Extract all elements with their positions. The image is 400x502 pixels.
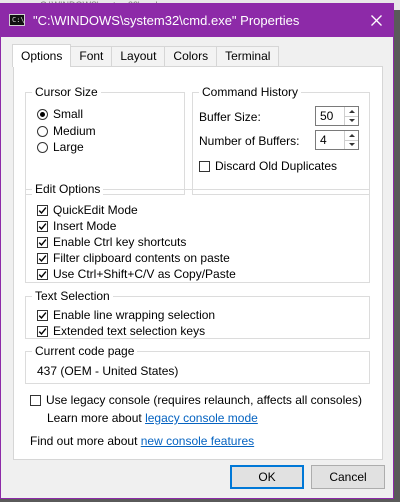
extended-selection-keys-checkbox[interactable]: Extended text selection keys [37,324,205,338]
spin-down-button[interactable] [345,140,358,149]
checkbox-box [37,220,48,232]
arrow-up-icon [348,134,355,137]
options-panel: Cursor Size Small Medium Large Command H… [13,66,383,460]
radio-indicator [37,141,48,153]
insert-mode-label: Insert Mode [53,219,117,233]
cursor-large-label: Large [53,140,84,154]
buffer-size-value[interactable]: 50 [320,109,333,123]
arrow-down-icon [348,119,355,122]
cursor-medium-label: Medium [53,124,96,138]
radio-indicator [37,125,48,137]
checkbox-box [37,236,48,248]
window-title: "C:\WINDOWS\system32\cmd.exe" Properties [33,13,300,28]
cursor-small-radio[interactable]: Small [37,107,83,121]
legacy-learn-more: Learn more about legacy console mode [47,411,258,425]
tab-options[interactable]: Options [12,44,72,67]
edit-options-legend: Edit Options [32,182,104,196]
console-features-text: Find out more about new console features [30,434,254,448]
legacy-console-mode-link[interactable]: legacy console mode [145,411,258,425]
checkbox-box [37,252,48,264]
spin-down-button[interactable] [345,116,358,125]
arrow-up-icon [348,110,355,113]
spinner-buttons [344,131,358,149]
legacy-console-checkbox[interactable]: Use legacy console (requires relaunch, a… [30,393,362,407]
checkmark-icon [38,238,47,246]
insert-mode-checkbox[interactable]: Insert Mode [37,219,116,233]
cancel-button[interactable]: Cancel [311,465,385,489]
filter-clipboard-label: Filter clipboard contents on paste [53,251,230,265]
cmd-app-icon: C:\ [9,14,25,26]
discard-old-duplicates-checkbox[interactable]: Discard Old Duplicates [199,159,337,173]
buffer-size-label: Buffer Size: [199,110,261,124]
command-history-group: Command History Buffer Size: 50 Number o… [192,85,370,195]
cursor-medium-radio[interactable]: Medium [37,124,96,138]
close-icon [370,15,382,26]
tab-layout[interactable]: Layout [111,46,166,66]
text-selection-legend: Text Selection [32,289,113,303]
checkmark-icon [38,254,47,262]
buffer-size-spinner[interactable]: 50 [315,106,359,126]
new-console-features-link[interactable]: new console features [141,434,254,448]
number-of-buffers-spinner[interactable]: 4 [315,130,359,150]
ctrl-shift-copy-paste-label: Use Ctrl+Shift+C/V as Copy/Paste [53,267,236,281]
quickedit-mode-checkbox[interactable]: QuickEdit Mode [37,203,138,217]
legacy-learn-prefix: Learn more about [47,411,142,425]
title-bar[interactable]: C:\ "C:\WINDOWS\system32\cmd.exe" Proper… [1,4,393,37]
checkbox-box [37,325,48,337]
cursor-large-radio[interactable]: Large [37,140,84,154]
code-page-value: 437 (OEM - United States) [37,364,179,378]
checkbox-box [37,268,48,280]
quickedit-mode-label: QuickEdit Mode [53,203,138,217]
checkbox-box [30,394,41,406]
ctrl-key-shortcuts-checkbox[interactable]: Enable Ctrl key shortcuts [37,235,186,249]
checkmark-icon [38,270,47,278]
number-of-buffers-value[interactable]: 4 [320,133,327,147]
cursor-size-group: Cursor Size Small Medium Large [25,85,185,195]
text-selection-group: Text Selection Enable line wrapping sele… [25,289,370,339]
features-prefix: Find out more about [30,434,138,448]
radio-selected-indicator [37,108,48,120]
checkmark-icon [38,327,47,335]
ctrl-key-shortcuts-label: Enable Ctrl key shortcuts [53,235,187,249]
number-of-buffers-label: Number of Buffers: [199,134,300,148]
command-history-legend: Command History [199,85,302,99]
close-button[interactable] [359,4,393,37]
tab-terminal[interactable]: Terminal [216,46,280,66]
checkmark-icon [38,222,47,230]
checkmark-icon [38,206,47,214]
filter-clipboard-checkbox[interactable]: Filter clipboard contents on paste [37,251,230,265]
checkbox-box [37,309,48,321]
ctrl-shift-copy-paste-checkbox[interactable]: Use Ctrl+Shift+C/V as Copy/Paste [37,267,236,281]
spinner-buttons [344,107,358,125]
legacy-console-label: Use legacy console (requires relaunch, a… [46,393,362,407]
arrow-down-icon [348,143,355,146]
line-wrapping-selection-checkbox[interactable]: Enable line wrapping selection [37,308,215,322]
cursor-size-legend: Cursor Size [32,85,101,99]
extended-selection-keys-label: Extended text selection keys [53,324,206,338]
ok-button[interactable]: OK [230,465,304,489]
checkmark-icon [38,311,47,319]
cursor-small-label: Small [53,107,84,121]
discard-old-duplicates-label: Discard Old Duplicates [215,159,338,173]
code-page-group: Current code page 437 (OEM - United Stat… [25,344,370,384]
code-page-legend: Current code page [32,344,138,358]
checkbox-box [199,160,210,172]
properties-dialog: C:\ "C:\WINDOWS\system32\cmd.exe" Proper… [0,3,394,499]
checkbox-box [37,204,48,216]
tab-font[interactable]: Font [70,46,113,66]
tab-strip: Options Font Layout Colors Terminal [12,44,280,67]
edit-options-group: Edit Options QuickEdit Mode Insert Mode … [25,182,370,283]
line-wrapping-selection-label: Enable line wrapping selection [53,308,216,322]
tab-colors[interactable]: Colors [164,46,218,66]
